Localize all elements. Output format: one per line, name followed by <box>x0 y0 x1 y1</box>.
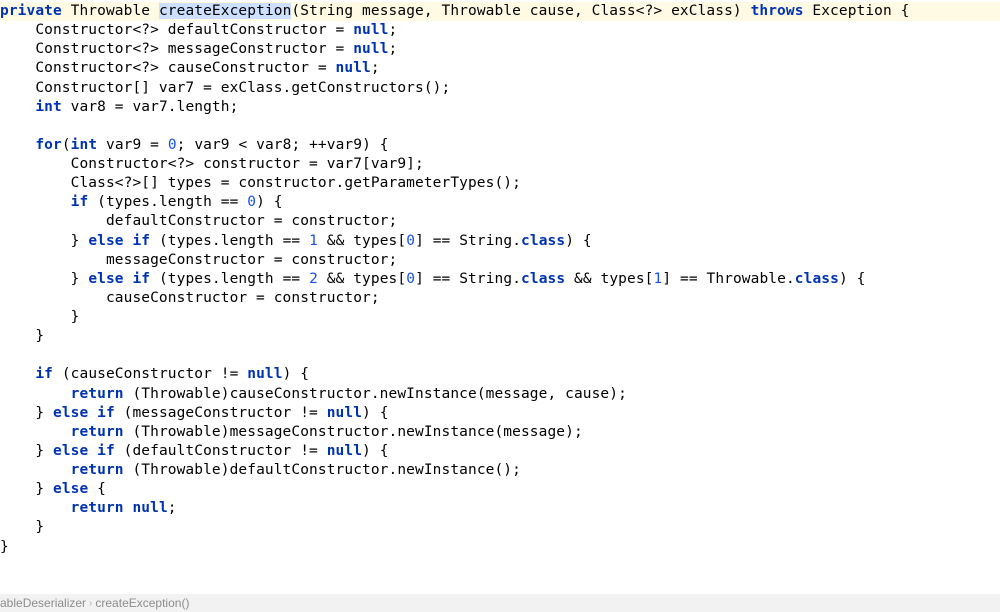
code-editor[interactable]: private Throwable createException(String… <box>0 0 1000 594</box>
method-name-selected: createException <box>159 3 291 19</box>
kw-throws: throws <box>751 3 804 19</box>
breadcrumb-item-class[interactable]: ableDeserializer <box>0 596 86 610</box>
method-signature-line: private Throwable createException(String… <box>0 2 1000 21</box>
breadcrumb-item-method[interactable]: createException() <box>95 596 189 610</box>
code-block: private Throwable createException(String… <box>0 2 1000 557</box>
breadcrumb[interactable]: ableDeserializer › createException() <box>0 594 1000 612</box>
chevron-right-icon: › <box>86 598 95 609</box>
kw-private: private <box>0 3 62 19</box>
